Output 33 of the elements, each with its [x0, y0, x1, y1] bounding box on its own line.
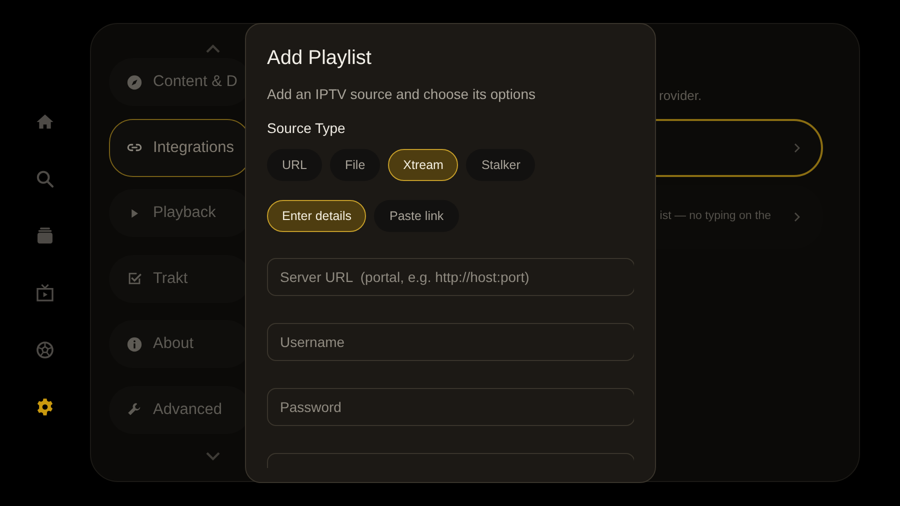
chevron-right-icon: [793, 210, 801, 222]
dialog-subtitle: Add an IPTV source and choose its options: [267, 85, 536, 104]
menu-label: Playback: [153, 203, 216, 224]
toggle-chip[interactable]: Paste link: [374, 200, 459, 232]
tv-icon[interactable]: [35, 283, 55, 303]
toggle-chip[interactable]: Xtream: [388, 149, 458, 181]
chevron-right-icon: [793, 142, 801, 154]
checkbox-icon: [126, 270, 143, 287]
wrench-icon: [126, 401, 143, 418]
option-description: ist — no typing on the: [660, 208, 771, 224]
menu-label: Integrations: [153, 138, 234, 158]
toggle-chip[interactable]: File: [330, 149, 380, 181]
input-field[interactable]: Server URL (portal, e.g. http://host:port): [267, 258, 634, 296]
section-label: Source Type: [267, 119, 346, 138]
chevron-up-icon[interactable]: [205, 44, 221, 54]
menu-label: Trakt: [153, 268, 188, 289]
input-field[interactable]: Password: [267, 388, 634, 426]
input-field[interactable]: Username: [267, 323, 634, 361]
search-icon[interactable]: [35, 169, 55, 189]
menu-label: Advanced: [153, 400, 222, 420]
stack-icon[interactable]: [35, 226, 55, 246]
menu-label: Content & D: [153, 72, 238, 92]
chevron-down-icon[interactable]: [205, 451, 221, 461]
settings-icon[interactable]: [35, 397, 55, 417]
dialog-title: Add Playlist: [267, 46, 372, 70]
ball-icon[interactable]: [35, 340, 55, 360]
menu-label: About: [153, 334, 194, 354]
compass-icon: [126, 74, 143, 90]
toggle-chip[interactable]: Stalker: [466, 149, 536, 181]
description-text: rovider.: [658, 87, 703, 105]
toggle-chip[interactable]: URL: [267, 149, 322, 181]
info-icon: [126, 336, 143, 352]
toggle-chip[interactable]: Enter details: [267, 200, 366, 232]
